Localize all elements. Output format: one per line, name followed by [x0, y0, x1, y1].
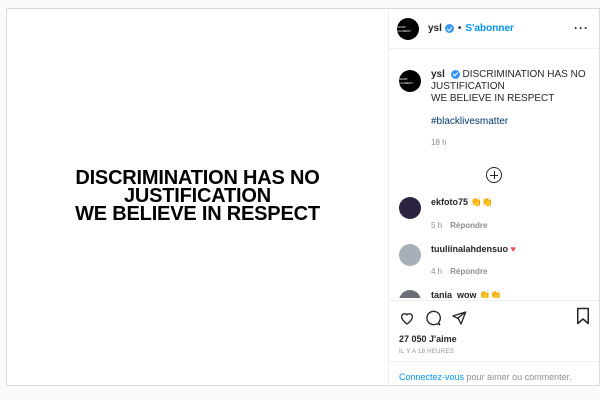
- comment-item: tuuliinalahdensuo ♥ 4 h Répondre: [399, 244, 589, 276]
- comments-list[interactable]: SAINT LAURENT ysl DISCRIMINATION HAS NO …: [389, 50, 599, 298]
- like-heart-icon[interactable]: [399, 310, 415, 326]
- commenter-username[interactable]: ekfoto75: [431, 197, 468, 207]
- caption: SAINT LAURENT ysl DISCRIMINATION HAS NO …: [399, 69, 589, 149]
- reply-button[interactable]: Répondre: [450, 267, 487, 276]
- comment-time: 5 h: [431, 221, 443, 230]
- share-icon[interactable]: [451, 310, 467, 326]
- post-side-panel: SAINT LAURENT ysl • S'abonner ··· SAINT …: [389, 9, 599, 385]
- comment-heart-icon: ♥: [510, 244, 516, 254]
- post-actions: 27 050 J'aime IL Y A 18 HEURES: [389, 300, 599, 360]
- separator-dot: •: [457, 23, 462, 34]
- commenter-username[interactable]: tania_wow: [431, 290, 477, 298]
- post-dialog: DISCRIMINATION HAS NO JUSTIFICATION WE B…: [6, 8, 600, 386]
- post-image[interactable]: DISCRIMINATION HAS NO JUSTIFICATION WE B…: [7, 9, 389, 385]
- commenter-avatar[interactable]: [399, 290, 421, 298]
- post-image-text: DISCRIMINATION HAS NO JUSTIFICATION WE B…: [7, 168, 388, 225]
- post-timestamp: IL Y A 18 HEURES: [399, 349, 455, 355]
- verified-badge-icon: [444, 24, 454, 33]
- author-avatar[interactable]: SAINT LAURENT: [397, 17, 419, 40]
- bookmark-icon[interactable]: [575, 307, 591, 325]
- commenter-avatar[interactable]: [399, 197, 421, 219]
- login-link[interactable]: Connectez-vous: [399, 372, 464, 382]
- caption-avatar[interactable]: SAINT LAURENT: [399, 70, 421, 92]
- follow-button[interactable]: S'abonner: [465, 23, 514, 34]
- hashtag-link[interactable]: #blacklivesmatter: [431, 116, 586, 128]
- comment-icon[interactable]: [425, 310, 441, 326]
- caption-text-line-1: DISCRIMINATION HAS NO: [462, 69, 586, 80]
- caption-username[interactable]: ysl: [431, 69, 445, 80]
- commenter-avatar[interactable]: [399, 244, 421, 266]
- more-options-icon[interactable]: ···: [574, 21, 589, 35]
- commenter-username[interactable]: tuuliinalahdensuo: [431, 244, 508, 254]
- verified-badge-icon: [450, 69, 460, 79]
- post-header: SAINT LAURENT ysl • S'abonner ···: [389, 9, 599, 49]
- comment-time: 4 h: [431, 267, 443, 276]
- caption-text-line-2: JUSTIFICATION: [431, 81, 505, 92]
- comment-text: 👏👏: [470, 197, 493, 207]
- caption-time: 18 h: [431, 138, 447, 147]
- login-prompt: Connectez-vous pour aimer ou commenter.: [389, 361, 599, 392]
- comment-item: tania_wow 👏👏: [399, 290, 589, 298]
- load-more-comments-icon[interactable]: [486, 167, 502, 183]
- comment-text: 👏👏: [479, 290, 502, 298]
- likes-count[interactable]: 27 050 J'aime: [399, 334, 589, 344]
- caption-text-line-3: WE BELIEVE IN RESPECT: [431, 93, 555, 104]
- author-username[interactable]: ysl: [428, 23, 442, 34]
- reply-button[interactable]: Répondre: [450, 221, 487, 230]
- comment-item: ekfoto75 👏👏 5 h Répondre: [399, 197, 589, 230]
- post-image-line-3: WE BELIEVE IN RESPECT: [75, 203, 320, 225]
- login-prompt-text: pour aimer ou commenter.: [464, 372, 572, 382]
